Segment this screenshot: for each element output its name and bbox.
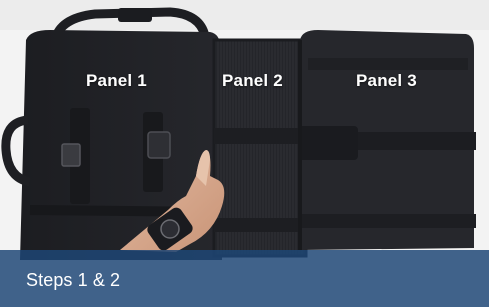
panel-3-label: Panel 3 — [356, 71, 417, 90]
panel-1-label: Panel 1 — [86, 71, 147, 90]
panel-2-label: Panel 2 — [222, 71, 283, 90]
panel-3-shape — [298, 30, 476, 250]
buckle-icon — [61, 143, 81, 167]
caption-text: Steps 1 & 2 — [26, 270, 121, 290]
image-frame: Panel 1 Panel 2 Panel 3 Steps 1 & 2 — [0, 0, 489, 307]
